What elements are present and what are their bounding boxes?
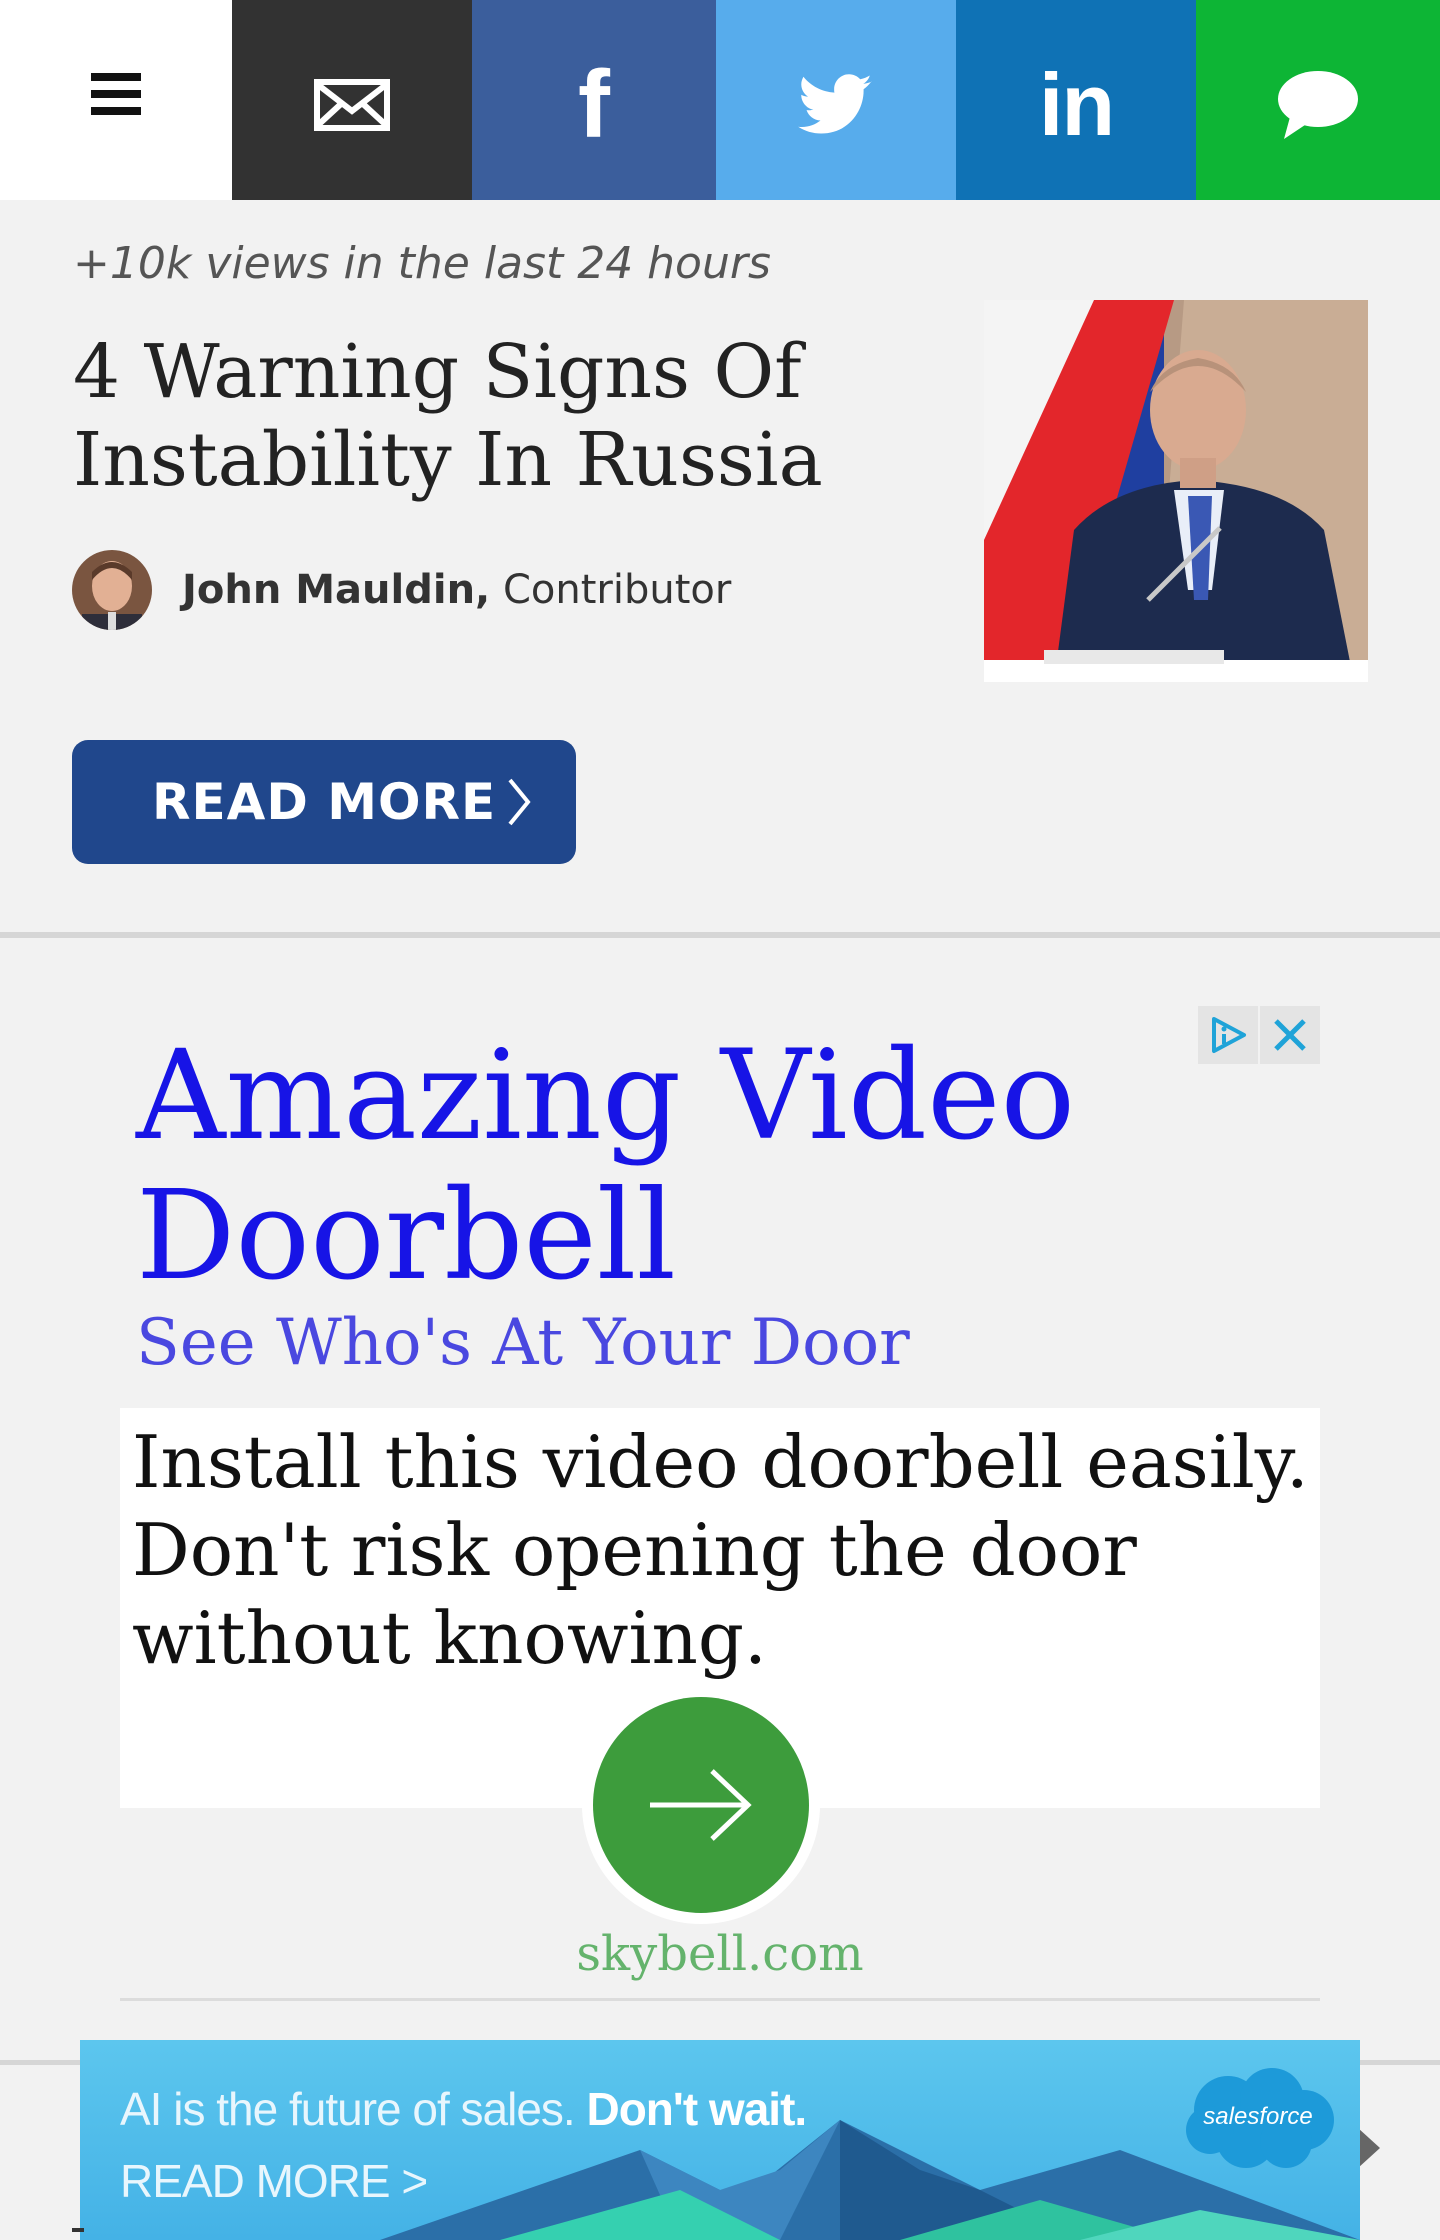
salesforce-logo-text: salesforce bbox=[1203, 2103, 1313, 2130]
page-edge-mark bbox=[72, 2228, 84, 2232]
ad-body-text: Install this video doorbell easily. Don'… bbox=[132, 1420, 1309, 1680]
ad-headline[interactable]: Amazing Video Doorbell bbox=[136, 1026, 1136, 1306]
menu-button[interactable] bbox=[0, 0, 232, 200]
facebook-share-button[interactable]: f bbox=[472, 0, 716, 200]
ad-domain[interactable]: skybell.com bbox=[120, 1926, 1320, 1982]
salesforce-banner-ad[interactable]: AI is the future of sales. Don't wait. R… bbox=[80, 2040, 1360, 2240]
hamburger-icon bbox=[91, 73, 141, 115]
author-role: Contributor bbox=[502, 567, 732, 613]
sms-share-button[interactable] bbox=[1196, 0, 1440, 200]
arrow-right-icon bbox=[650, 1769, 752, 1841]
linkedin-icon: in bbox=[1038, 55, 1115, 154]
author-name: John Mauldin, bbox=[182, 567, 491, 613]
author-byline[interactable]: John Mauldin, Contributor bbox=[72, 550, 731, 630]
doorbell-ad[interactable]: Amazing Video Doorbell See Who's At Your… bbox=[120, 1006, 1320, 2002]
speech-bubble-icon bbox=[1278, 71, 1358, 139]
salesforce-logo: salesforce bbox=[1176, 2060, 1340, 2174]
share-bar: f in bbox=[0, 0, 1440, 200]
ad-cta-button[interactable] bbox=[582, 1686, 820, 1924]
ad-close-button[interactable] bbox=[1260, 1006, 1320, 1064]
banner-headline-bold: Don't wait. bbox=[586, 2083, 807, 2135]
author-avatar bbox=[72, 550, 152, 630]
read-more-button[interactable]: READ MORE bbox=[72, 740, 576, 864]
chevron-right-icon bbox=[508, 778, 531, 826]
mountain-graphic bbox=[380, 2120, 1360, 2240]
article-title[interactable]: 4 Warning Signs Of Instability In Russia bbox=[73, 328, 933, 504]
facebook-icon: f bbox=[578, 51, 610, 158]
twitter-bird-icon bbox=[798, 74, 872, 134]
email-share-button[interactable] bbox=[232, 0, 472, 200]
ad-bottom-border bbox=[120, 1998, 1320, 2001]
banner-read-more-link[interactable]: READ MORE > bbox=[120, 2154, 428, 2208]
banner-headline: AI is the future of sales. Don't wait. bbox=[120, 2082, 807, 2136]
ad-choices-button[interactable] bbox=[1198, 1006, 1258, 1064]
section-divider bbox=[0, 932, 1440, 938]
article-card[interactable]: +10k views in the last 24 hours 4 Warnin… bbox=[0, 200, 1440, 935]
linkedin-share-button[interactable]: in bbox=[956, 0, 1196, 200]
read-more-label: READ MORE bbox=[152, 773, 497, 831]
ad-subheadline[interactable]: See Who's At Your Door bbox=[136, 1306, 910, 1380]
ad-choices-icon bbox=[1212, 1017, 1246, 1053]
banner-headline-light: AI is the future of sales. bbox=[120, 2083, 576, 2135]
close-icon bbox=[1274, 1019, 1306, 1051]
article-thumbnail[interactable] bbox=[984, 300, 1368, 682]
views-count: +10k views in the last 24 hours bbox=[73, 238, 771, 289]
envelope-icon bbox=[314, 79, 390, 131]
twitter-share-button[interactable] bbox=[716, 0, 956, 200]
